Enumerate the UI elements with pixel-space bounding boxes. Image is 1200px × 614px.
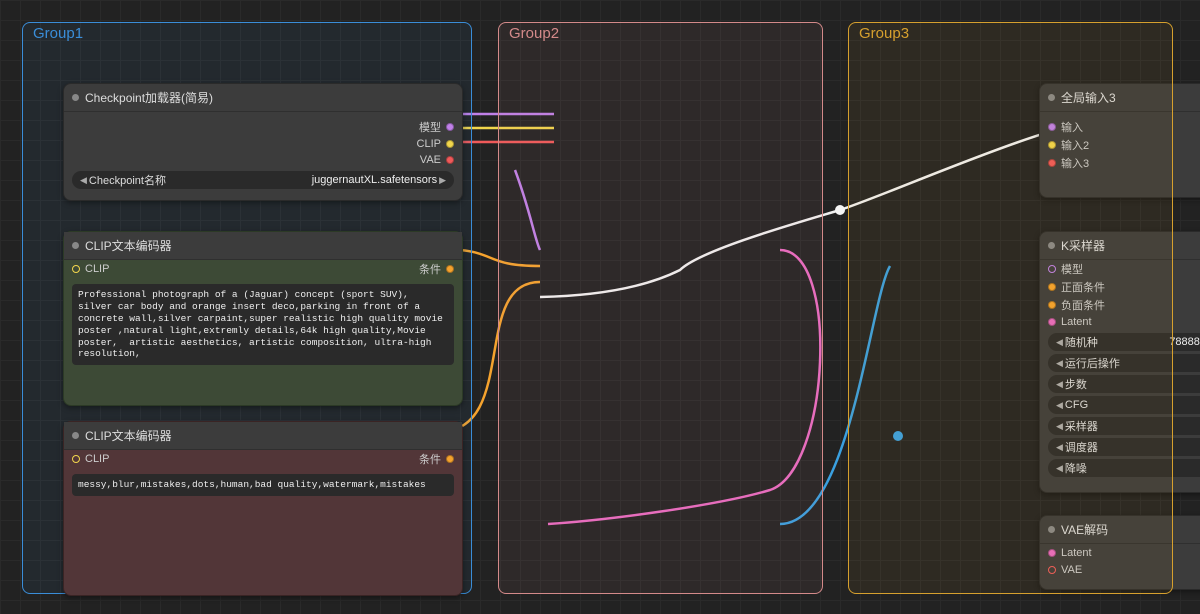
output-model-label: 模型	[419, 119, 441, 135]
node-checkpoint-loader[interactable]: Checkpoint加载器(简易) 模型 CLIP VAE ◀ Checkpoi…	[63, 83, 463, 201]
collapse-dot-icon[interactable]	[72, 432, 79, 439]
node-header[interactable]: Checkpoint加载器(简易)	[64, 84, 462, 112]
group-1[interactable]: Group1 Checkpoint加载器(简易) 模型 CLIP VAE	[22, 22, 472, 594]
output-clip-label: CLIP	[417, 138, 441, 150]
output-vae-label: VAE	[420, 154, 441, 166]
node-clip-positive[interactable]: CLIP文本编码器 CLIP 条件 Professional photograp…	[63, 231, 463, 406]
node-title: CLIP文本编码器	[85, 427, 172, 444]
arrow-right-icon[interactable]: ▶	[437, 175, 448, 186]
widget-checkpoint-name[interactable]: ◀ Checkpoint名称 juggernautXL.safetensors …	[72, 171, 454, 189]
group-2-title: Group2	[509, 25, 559, 42]
node-header[interactable]: CLIP文本编码器	[64, 232, 462, 260]
prompt-textarea[interactable]: Professional photograph of a (Jaguar) co…	[72, 284, 454, 365]
group-3-title: Group3	[859, 25, 909, 42]
input-clip-label: CLIP	[85, 263, 109, 275]
port-clip-in[interactable]	[72, 265, 80, 273]
port-vae-out[interactable]	[446, 156, 454, 164]
node-header[interactable]: CLIP文本编码器	[64, 422, 462, 450]
port-cond-out[interactable]	[446, 265, 454, 273]
collapse-dot-icon[interactable]	[72, 242, 79, 249]
port-model-out[interactable]	[446, 123, 454, 131]
port-cond-out[interactable]	[446, 455, 454, 463]
group-1-title: Group1	[33, 25, 83, 42]
node-title: CLIP文本编码器	[85, 237, 172, 254]
group-3[interactable]: Group3 空Latent Latent ◀ 宽度 1024 ▶ ◀ 高度 1…	[848, 22, 1173, 594]
port-clip-out[interactable]	[446, 140, 454, 148]
output-cond-label: 条件	[419, 261, 441, 277]
input-clip-label: CLIP	[85, 453, 109, 465]
port-clip-in[interactable]	[72, 455, 80, 463]
output-cond-label: 条件	[419, 451, 441, 467]
node-clip-negative[interactable]: CLIP文本编码器 CLIP 条件 messy,blur,mistakes,do…	[63, 421, 463, 596]
prompt-textarea[interactable]: messy,blur,mistakes,dots,human,bad quali…	[72, 474, 454, 496]
group-2[interactable]: Group2 全局输入3 输入 输入2 输入3 K采样器 模型	[498, 22, 823, 594]
node-title: Checkpoint加载器(简易)	[85, 89, 213, 106]
arrow-left-icon[interactable]: ◀	[78, 175, 89, 186]
collapse-dot-icon[interactable]	[72, 94, 79, 101]
